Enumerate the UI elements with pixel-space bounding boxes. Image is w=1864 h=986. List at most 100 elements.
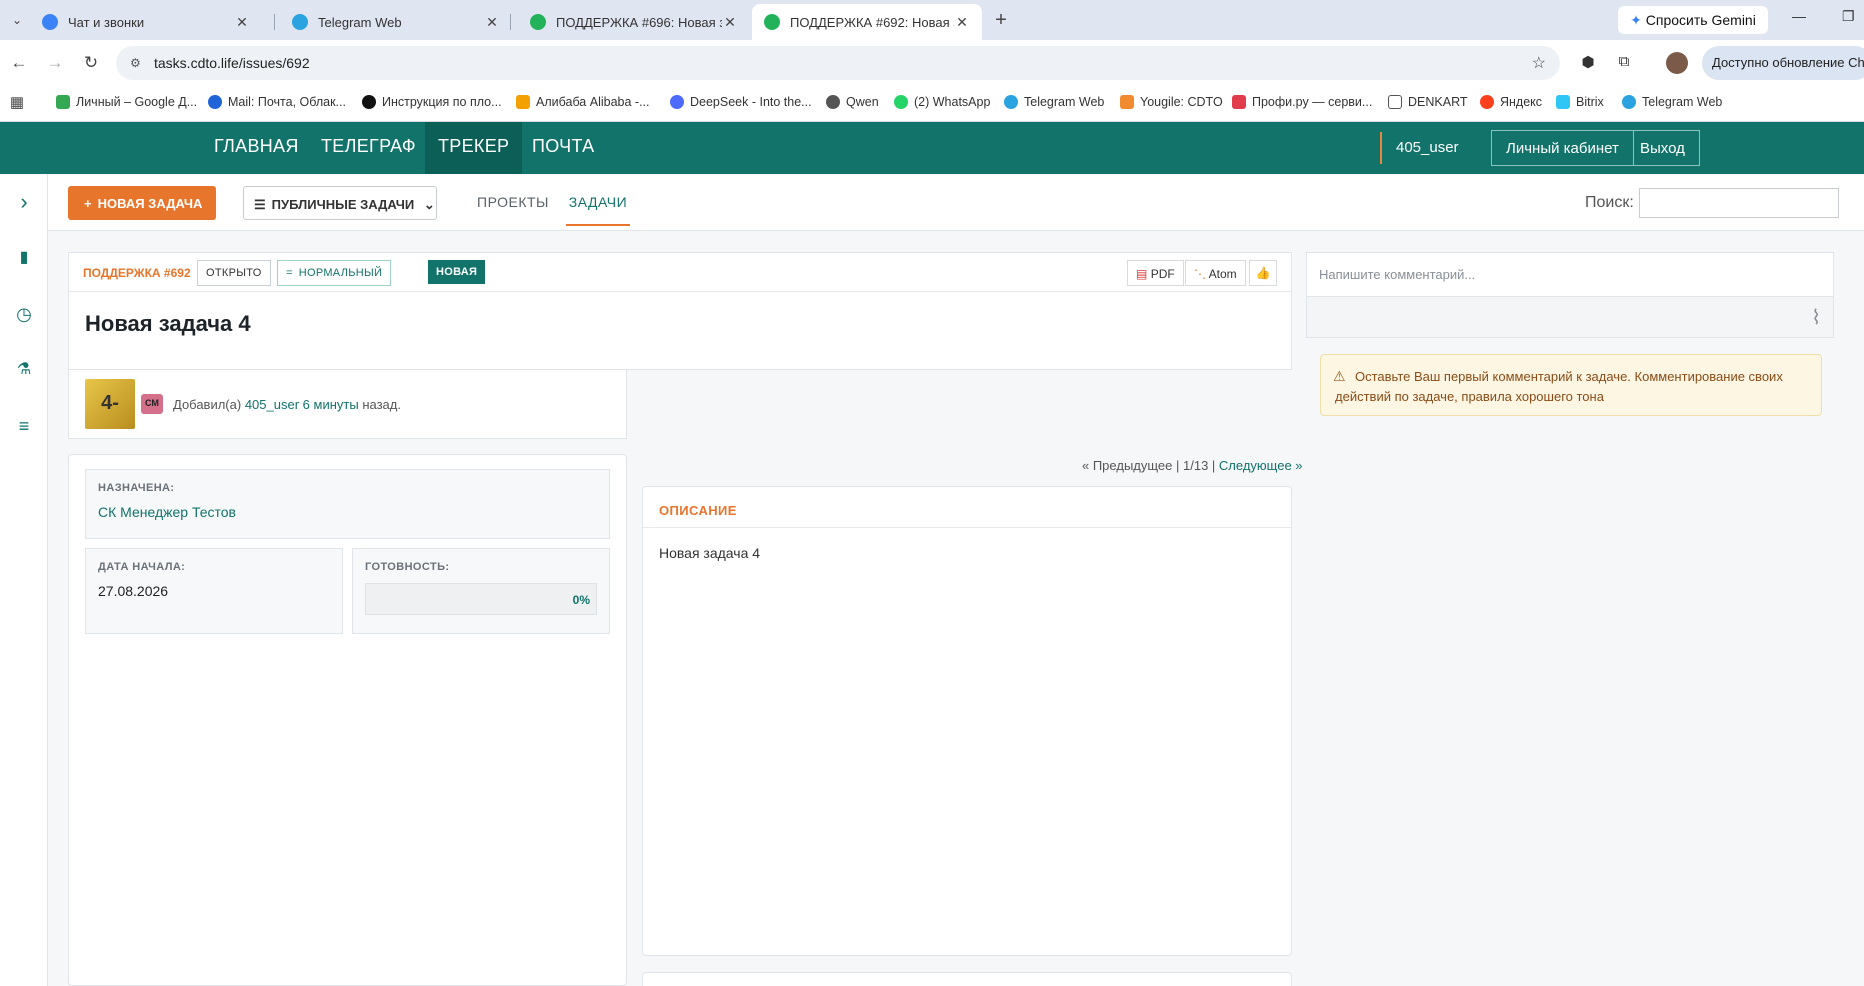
mail-icon: [208, 95, 222, 109]
author-line: Добавил(а) 405_user 6 минуты назад.: [173, 397, 401, 412]
bookmark-item[interactable]: (2) WhatsApp: [894, 95, 990, 109]
plus-icon: +: [84, 196, 92, 211]
bookmark-icon[interactable]: ▮: [12, 246, 36, 270]
bookmark-item[interactable]: Telegram Web: [1622, 95, 1722, 109]
status-badge[interactable]: НОВАЯ: [428, 260, 486, 284]
pager-prev[interactable]: « Предыдущее: [1082, 458, 1172, 473]
sparkle-icon: ✦: [1630, 12, 1642, 28]
profile-avatar[interactable]: [1666, 52, 1688, 74]
ask-gemini-button[interactable]: ✦ Спросить Gemini: [1618, 6, 1768, 34]
rss-icon: ⋱: [1194, 267, 1206, 281]
bookmark-item[interactable]: Mail: Почта, Облак...: [208, 95, 346, 109]
telegram-icon: [1004, 95, 1018, 109]
assignee-value[interactable]: СК Менеджер Тестов: [98, 504, 236, 520]
bookmark-item[interactable]: Инструкция по пло...: [362, 95, 502, 109]
forward-icon[interactable]: →: [44, 52, 66, 74]
bookmark-item[interactable]: DeepSeek - Into the...: [670, 95, 812, 109]
progress-bar: 0%: [365, 583, 597, 615]
browser-tab-telegram[interactable]: Telegram Web ✕: [280, 4, 512, 40]
priority-badge: = НОРМАЛЬНЫЙ: [277, 260, 392, 286]
bookmark-item[interactable]: Qwen: [826, 95, 879, 109]
back-icon[interactable]: ←: [8, 52, 30, 74]
pdf-button[interactable]: ▤ PDF: [1127, 260, 1184, 286]
plus-icon: [362, 95, 376, 109]
menu-telegraph[interactable]: ТЕЛЕГРАФ: [321, 122, 416, 174]
telegram-icon: [1622, 95, 1636, 109]
search-label: Поиск:: [1585, 194, 1634, 211]
description-body: Новая задача 4: [659, 545, 761, 561]
atom-button[interactable]: ⋱ Atom: [1185, 260, 1246, 286]
deepseek-icon: [670, 95, 684, 109]
menu-lines-icon[interactable]: ≡: [12, 414, 36, 438]
qwen-icon: [826, 95, 840, 109]
bookmark-star-icon[interactable]: ☆: [1532, 53, 1546, 73]
progress-value: 0%: [572, 593, 590, 607]
bookmark-item[interactable]: Telegram Web: [1004, 95, 1104, 109]
chevron-right-icon[interactable]: ›: [12, 190, 36, 214]
tab-tasks[interactable]: ЗАДАЧИ: [566, 194, 630, 226]
restore-icon[interactable]: ❐: [1842, 8, 1855, 25]
bookmark-item[interactable]: Профи.ру — серви...: [1232, 95, 1372, 109]
tab-label: ПОДДЕРЖКА #692: Новая зад: [790, 14, 954, 30]
bookmark-item[interactable]: Алибаба Alibaba -...: [516, 95, 650, 109]
issue-id[interactable]: ПОДДЕРЖКА #692: [83, 266, 191, 280]
new-tab-button[interactable]: +: [990, 9, 1012, 31]
close-icon[interactable]: ✕: [722, 14, 738, 31]
reload-icon[interactable]: ↻: [80, 52, 102, 74]
browser-tab-chat[interactable]: Чат и звонки ✕: [30, 4, 262, 40]
minimize-icon[interactable]: —: [1792, 8, 1806, 24]
author-card: 4- СМ Добавил(а) 405_user 6 минуты назад…: [68, 369, 627, 439]
close-icon[interactable]: ✕: [234, 14, 250, 31]
update-chrome-button[interactable]: Доступно обновление Chro: [1702, 46, 1864, 80]
progress-box: ГОТОВНОСТЬ: 0%: [352, 548, 610, 634]
issue-title: Новая задача 4: [85, 311, 251, 336]
paperclip-icon[interactable]: ⌇: [1811, 305, 1821, 330]
flask-icon[interactable]: ⚗: [12, 358, 36, 382]
thumbs-up-icon: 👍: [1255, 266, 1271, 280]
bookmarks-bar: ▦ Личный – Google Д... Mail: Почта, Обла…: [0, 86, 1864, 122]
extensions-puzzle-icon[interactable]: ⧉: [1614, 53, 1634, 73]
author-link[interactable]: 405_user: [245, 397, 299, 412]
tab-search-icon[interactable]: ⌄: [6, 9, 28, 31]
apps-grid-icon[interactable]: ▦: [6, 92, 28, 114]
comment-input[interactable]: [1307, 253, 1833, 297]
equals-icon: =: [286, 267, 293, 279]
time-ago-link[interactable]: 6 минуты: [303, 397, 359, 412]
personal-cabinet-button[interactable]: Личный кабинет: [1491, 130, 1634, 166]
close-icon[interactable]: ✕: [954, 14, 970, 31]
browser-tab-issue-696[interactable]: ПОДДЕРЖКА #696: Новая зад... ✕: [518, 4, 750, 40]
yougile-icon: [1120, 95, 1134, 109]
issue-meta-panel: НАЗНАЧЕНА: СК Менеджер Тестов ДАТА НАЧАЛ…: [68, 454, 627, 986]
bookmark-item[interactable]: Личный – Google Д...: [56, 95, 197, 109]
comment-toolbar: [1307, 297, 1833, 337]
address-bar[interactable]: ⚙ tasks.cdto.life/issues/692 ☆: [116, 46, 1560, 80]
chevron-down-icon: ⌄: [423, 197, 435, 212]
logout-button[interactable]: Выход: [1626, 130, 1700, 166]
bookmark-item[interactable]: Yougile: CDTO: [1120, 95, 1223, 109]
issue-header: ПОДДЕРЖКА #692 ОТКРЫТО = НОРМАЛЬНЫЙ НОВАЯ…: [68, 252, 1292, 370]
clock-icon[interactable]: ◷: [12, 302, 36, 326]
menu-home[interactable]: ГЛАВНАЯ: [214, 122, 299, 174]
tab-projects[interactable]: ПРОЕКТЫ: [477, 194, 549, 210]
url-text: tasks.cdto.life/issues/692: [154, 55, 310, 71]
site-info-icon[interactable]: ⚙: [130, 56, 141, 70]
tracker-favicon-icon: [764, 14, 780, 30]
public-tasks-dropdown[interactable]: ☰ ПУБЛИЧНЫЕ ЗАДАЧИ ⌄: [243, 186, 437, 220]
extension-icon[interactable]: ⬢: [1578, 53, 1598, 73]
bookmark-item[interactable]: DENKART: [1388, 95, 1468, 109]
yandex-icon: [1480, 95, 1494, 109]
browser-tab-issue-692[interactable]: ПОДДЕРЖКА #692: Новая зад ✕: [752, 4, 982, 40]
close-icon[interactable]: ✕: [484, 14, 500, 31]
menu-mail[interactable]: ПОЧТА: [532, 122, 594, 174]
tab-label: Telegram Web: [318, 14, 402, 30]
bookmark-item[interactable]: Bitrix: [1556, 95, 1604, 109]
issue-pager: « Предыдущее | 1/13 | Следующее »: [1082, 458, 1303, 473]
menu-tracker[interactable]: ТРЕКЕР: [425, 122, 523, 174]
new-task-button[interactable]: + НОВАЯ ЗАДАЧА: [68, 186, 216, 220]
telegram-favicon-icon: [292, 14, 308, 30]
like-button[interactable]: 👍: [1249, 260, 1277, 286]
bookmark-item[interactable]: Яндекс: [1480, 95, 1542, 109]
comment-notice: ⚠ Оставьте Ваш первый комментарий к зада…: [1320, 354, 1822, 416]
pager-next[interactable]: Следующее »: [1219, 458, 1303, 473]
search-input[interactable]: [1639, 188, 1839, 218]
